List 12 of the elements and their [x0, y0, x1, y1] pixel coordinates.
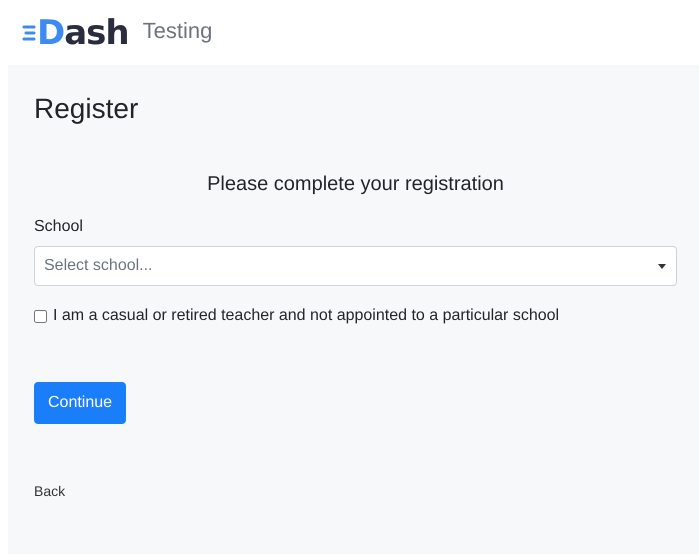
logo-text: Dash — [37, 16, 129, 50]
field-label: School — [34, 218, 83, 236]
app-subtitle: Testing — [142, 18, 212, 44]
speed-lines-icon — [22, 24, 36, 42]
checkbox[interactable] — [34, 310, 47, 322]
checkbox-label: I am a casual or retired teacher and not appointed to a particular school — [53, 307, 560, 325]
back-link[interactable]: Back — [34, 483, 66, 499]
school-dropdown[interactable]: Select school... — [34, 246, 677, 286]
form-heading: Please complete your registration — [207, 173, 504, 196]
caret-icon — [658, 264, 666, 268]
page-title: Register — [34, 93, 138, 125]
continue-button[interactable]: Continue — [34, 382, 126, 424]
